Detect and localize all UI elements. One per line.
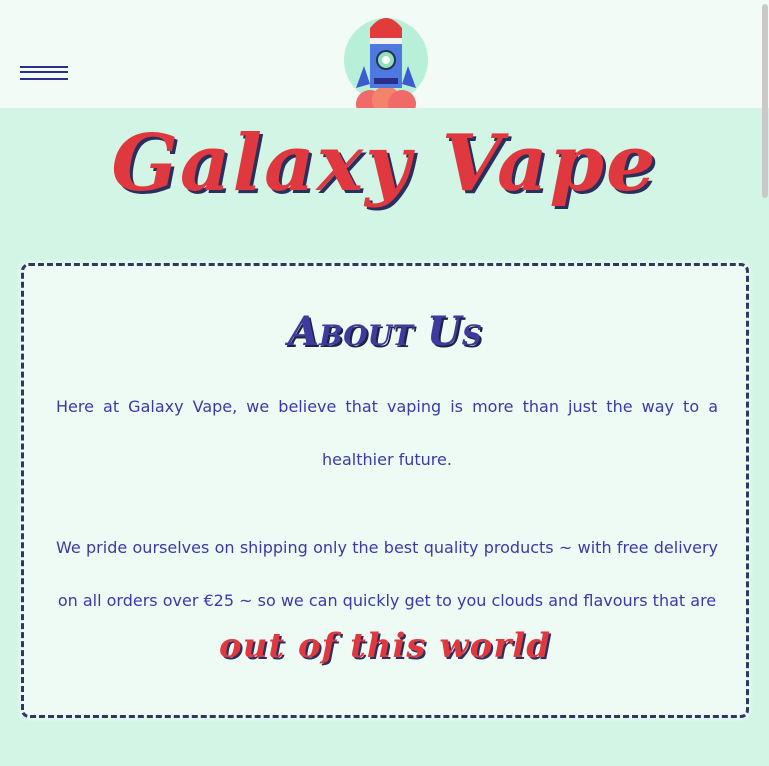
about-us-heading: About Us xyxy=(288,308,482,355)
menu-line xyxy=(20,78,68,80)
about-us-card: About Us Here at Galaxy Vape, we believe… xyxy=(21,263,749,718)
about-paragraph-2: We pride ourselves on shipping only the … xyxy=(56,538,718,610)
menu-line xyxy=(20,71,68,73)
hamburger-menu-icon[interactable] xyxy=(20,66,68,82)
site-title: Galaxy Vape xyxy=(111,118,658,209)
site-header xyxy=(0,0,769,109)
rocket-logo-icon[interactable] xyxy=(340,8,432,108)
menu-line xyxy=(20,66,68,68)
about-paragraph-1: Here at Galaxy Vape, we believe that vap… xyxy=(56,397,718,469)
page-scrollbar[interactable] xyxy=(761,0,769,766)
about-tagline: out of this world xyxy=(219,626,551,666)
